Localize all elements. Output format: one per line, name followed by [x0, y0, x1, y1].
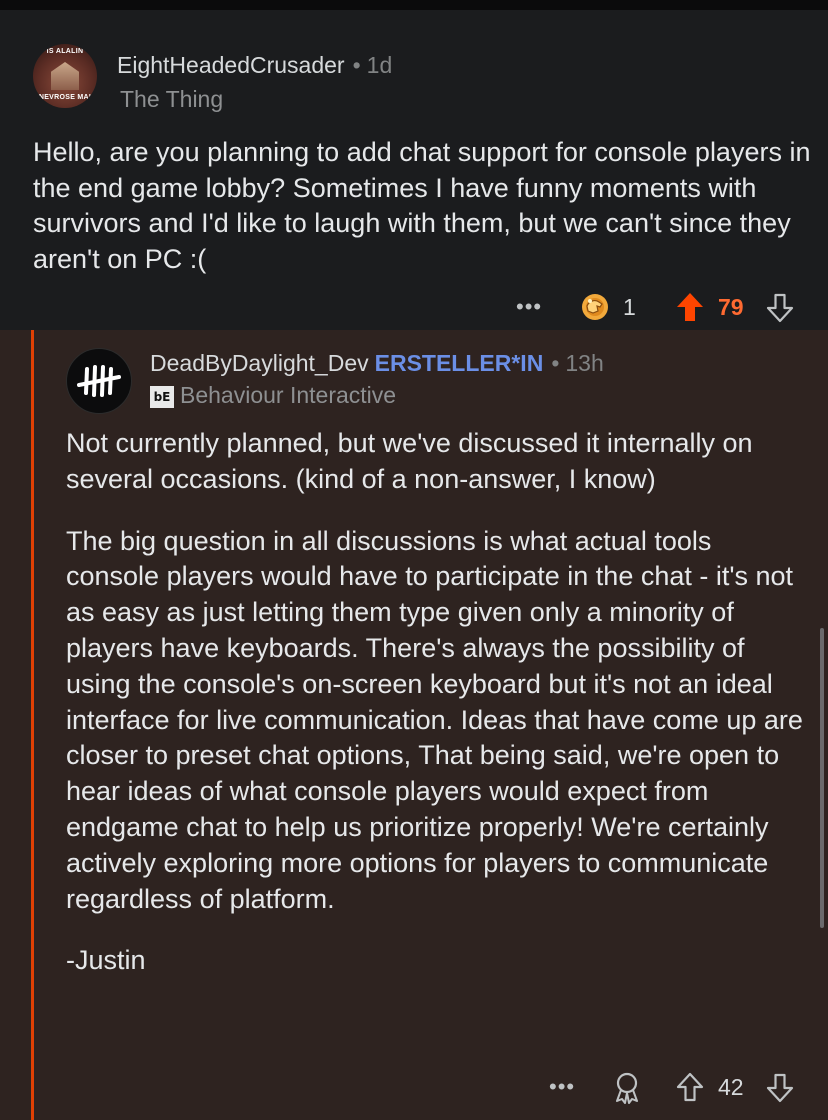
comment-body: Not currently planned, but we've discuss…	[66, 426, 811, 1005]
comment-actions: ••• 42	[0, 1070, 828, 1110]
avatar-text-bottom: NEVROSE MAI	[38, 94, 92, 101]
more-options-button[interactable]: •••	[516, 294, 542, 320]
comment-age: 13h	[565, 350, 604, 376]
thread-line[interactable]	[31, 330, 34, 1120]
comment-dev-reply: DeadByDaylight_Dev ERSTELLER*IN • 13h bE Beh…	[0, 330, 828, 1120]
op-badge: ERSTELLER*IN	[374, 350, 544, 376]
avatar[interactable]	[66, 348, 132, 414]
award-count: 1	[623, 294, 636, 320]
comment-body: Hello, are you planning to add chat supp…	[33, 137, 811, 274]
award-icon[interactable]	[578, 290, 612, 324]
flair-text: Behaviour Interactive	[180, 382, 397, 408]
scrollbar[interactable]	[820, 628, 824, 928]
user-flair: bE Behaviour Interactive	[150, 382, 396, 409]
more-options-button[interactable]: •••	[549, 1074, 575, 1100]
signature: -Justin	[66, 945, 146, 976]
separator: •	[551, 350, 560, 376]
upvote-icon[interactable]	[676, 1072, 704, 1102]
author-name[interactable]: DeadByDaylight_Dev	[150, 350, 369, 376]
avatar-text-top: IS ALALIN	[46, 48, 84, 55]
avatar[interactable]: IS ALALIN NEVROSE MAI	[33, 44, 97, 108]
paragraph: The big question in all discussions is w…	[66, 525, 803, 914]
house-image	[51, 62, 79, 90]
vote-score: 79	[718, 294, 744, 320]
comment-actions: ••• 1 79	[0, 290, 828, 330]
vote-score: 42	[718, 1074, 744, 1100]
comment-meta: EightHeadedCrusader • 1d	[117, 52, 392, 79]
comment-age: 1d	[366, 52, 393, 78]
top-bar	[0, 0, 828, 10]
downvote-icon[interactable]	[766, 1073, 794, 1103]
separator: •	[352, 52, 361, 78]
award-icon[interactable]	[611, 1070, 643, 1104]
downvote-icon[interactable]	[766, 293, 794, 323]
author-name[interactable]: EightHeadedCrusader	[117, 52, 345, 78]
comment-eightheadedcrusader: IS ALALIN NEVROSE MAI EightHeadedCrusade…	[0, 10, 828, 330]
behaviour-logo-icon: bE	[150, 385, 174, 408]
user-flair: The Thing	[120, 86, 224, 112]
comment-meta: DeadByDaylight_Dev ERSTELLER*IN • 13h	[150, 350, 604, 377]
dbd-logo-icon	[77, 365, 121, 397]
upvote-icon[interactable]	[676, 292, 704, 322]
paragraph: Not currently planned, but we've discuss…	[66, 428, 753, 494]
